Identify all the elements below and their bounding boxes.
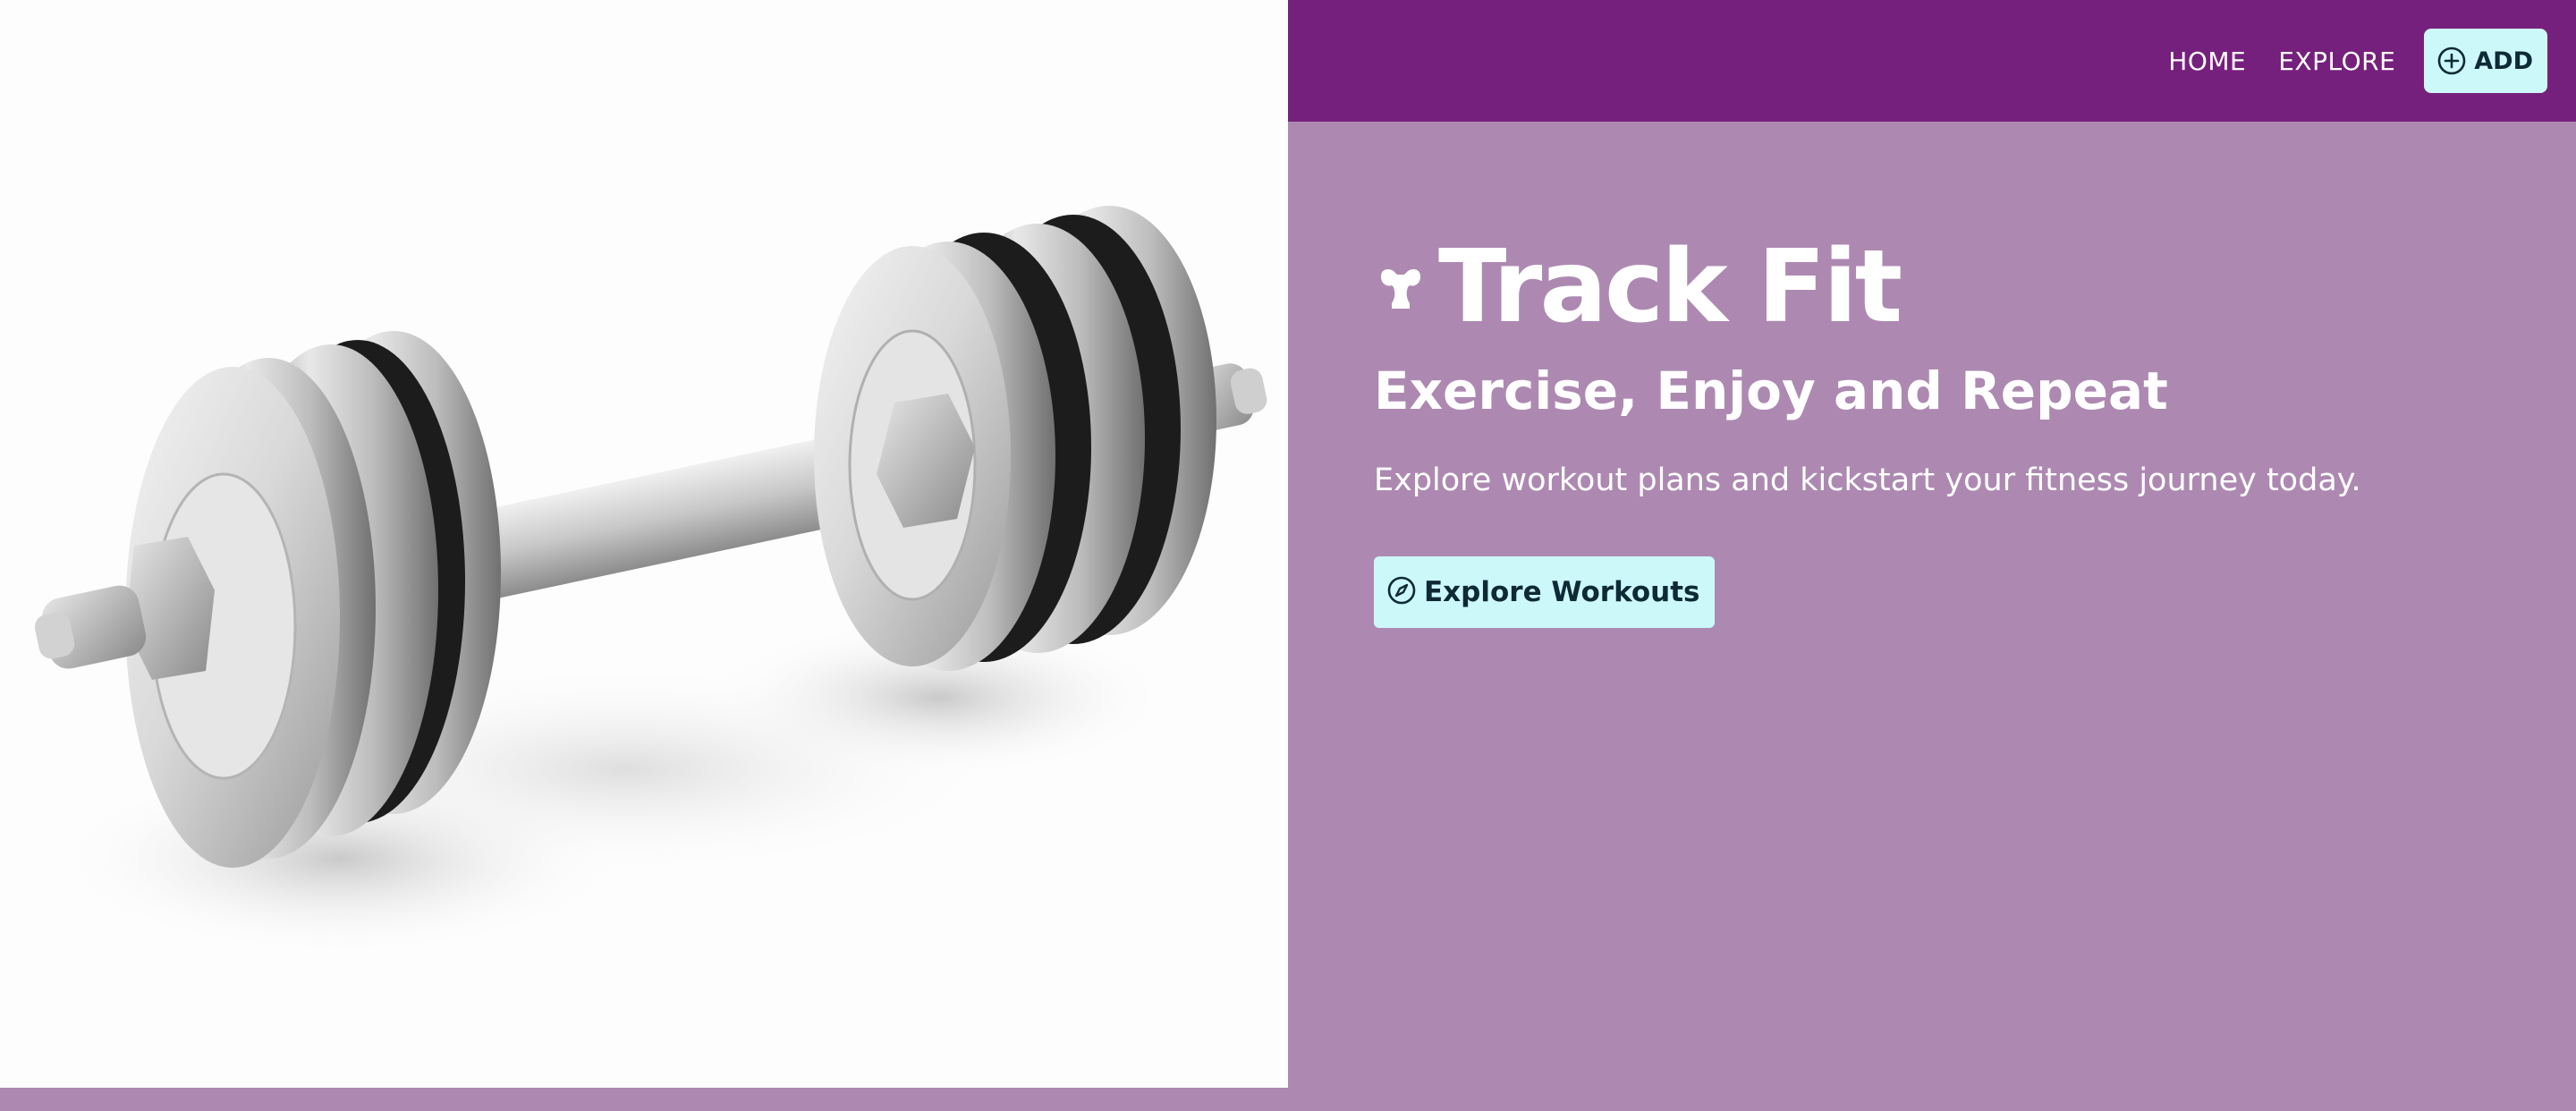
explore-workouts-button[interactable]: Explore Workouts [1374, 556, 1715, 628]
main-nav: HOME EXPLORE ADD [2168, 29, 2547, 93]
hero-image [0, 0, 1288, 1088]
brand: Track Fit [1374, 229, 2537, 345]
nav-explore-link[interactable]: EXPLORE [2278, 47, 2395, 76]
add-button-label: ADD [2474, 47, 2533, 75]
hero-tagline: Exercise, Enjoy and Repeat [1374, 360, 2168, 421]
plus-circle-icon [2436, 46, 2467, 76]
hero-content: Track Fit Exercise, Enjoy and Repeat Exp… [1374, 229, 2537, 628]
compass-icon [1386, 575, 1417, 608]
hero-subtitle: Explore workout plans and kickstart your… [1374, 462, 2361, 498]
explore-workouts-label: Explore Workouts [1424, 575, 1700, 608]
add-button[interactable]: ADD [2424, 29, 2547, 93]
brand-title: Track Fit [1438, 229, 1902, 345]
page: HOME EXPLORE ADD Track Fit Exercise, Enj… [0, 0, 2576, 1111]
dumbbell-image [34, 206, 1267, 957]
top-navbar: HOME EXPLORE ADD [1288, 0, 2576, 122]
flexed-arm-icon [1374, 264, 1428, 314]
nav-home-link[interactable]: HOME [2168, 47, 2246, 76]
